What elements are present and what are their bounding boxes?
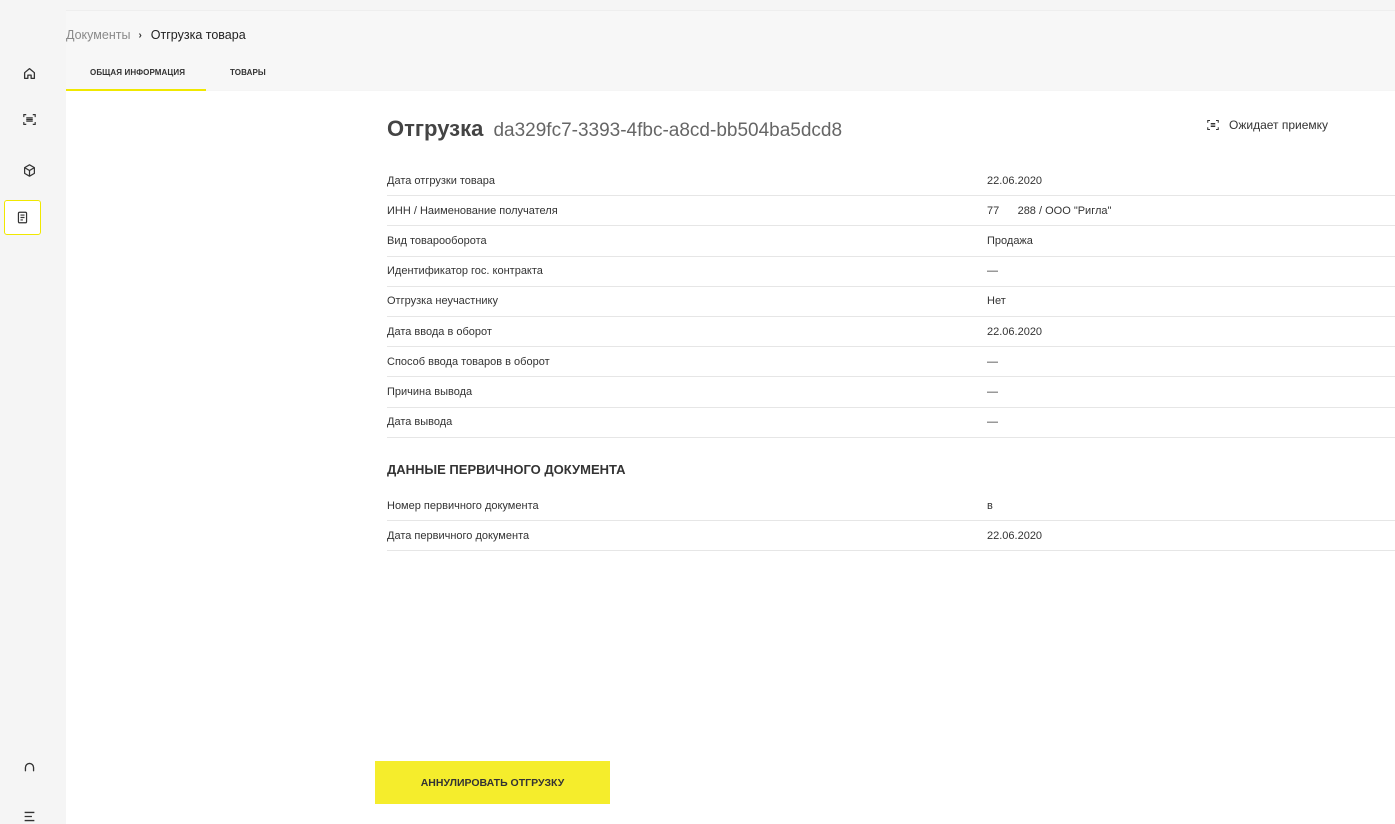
tab-goods[interactable]: ТОВАРЫ: [206, 66, 266, 92]
table-row: Способ ввода товаров в оборот —: [387, 347, 1395, 378]
field-value: Продажа: [987, 234, 1033, 247]
scan-status-icon: [1207, 119, 1219, 131]
table-row: Дата первичного документа 22.06.2020: [387, 521, 1395, 552]
doc-title-label: Отгрузка: [387, 116, 484, 141]
cancel-shipment-button[interactable]: АННУЛИРОВАТЬ ОТГРУЗКУ: [375, 761, 610, 804]
table-row: Номер первичного документа в: [387, 491, 1395, 522]
menu-icon[interactable]: [17, 804, 41, 824]
field-value: 22.06.2020: [987, 529, 1043, 542]
breadcrumb-documents-link[interactable]: Документы: [66, 28, 130, 42]
field-label: Дата вывода: [387, 416, 453, 429]
field-label: Дата первичного документа: [387, 529, 530, 542]
breadcrumb: Документы › Отгрузка товара: [66, 28, 246, 42]
field-label: Причина вывода: [387, 385, 473, 398]
field-value: —: [987, 355, 998, 368]
field-value: 22.06.2020: [987, 325, 1043, 338]
primary-doc-table: Номер первичного документа в Дата первичн…: [387, 491, 1395, 552]
tabs: ОБЩАЯ ИНФОРМАЦИЯ ТОВАРЫ: [66, 66, 266, 92]
status-text: Ожидает приемку: [1229, 118, 1329, 132]
document-fields-table: Дата отгрузки товара 22.06.2020 ИНН / Наи…: [387, 166, 1395, 438]
support-icon[interactable]: [17, 755, 41, 779]
box-icon[interactable]: [17, 158, 41, 182]
field-label: Дата отгрузки товара: [387, 174, 495, 187]
status-badge: Ожидает приемку: [1207, 118, 1328, 132]
table-row: Дата ввода в оборот 22.06.2020: [387, 317, 1395, 348]
field-label: Идентификатор гос. контракта: [387, 265, 543, 278]
table-row: Вид товарооборота Продажа: [387, 226, 1395, 257]
main-content: Отгрузка da329fc7-3393-4fbc-a8cd-bb504ba…: [66, 91, 1395, 824]
field-label: Отгрузка неучастнику: [387, 295, 498, 308]
table-row: Отгрузка неучастнику Нет: [387, 287, 1395, 317]
field-value: 22.06.2020: [987, 174, 1043, 187]
table-row: Идентификатор гос. контракта —: [387, 257, 1395, 287]
chevron-right-icon: ›: [138, 29, 142, 41]
page-title: Отгрузка da329fc7-3393-4fbc-a8cd-bb504ba…: [387, 116, 842, 142]
field-value: Нет: [987, 295, 1006, 308]
field-value: в: [987, 499, 993, 512]
field-label: Номер первичного документа: [387, 499, 539, 512]
tab-general-info[interactable]: ОБЩАЯ ИНФОРМАЦИЯ: [66, 66, 206, 92]
field-value: —: [987, 416, 998, 429]
field-label: Вид товарооборота: [387, 234, 487, 247]
table-row: Дата отгрузки товара 22.06.2020: [387, 166, 1395, 197]
primary-doc-section-title: ДАННЫЕ ПЕРВИЧНОГО ДОКУМЕНТА: [387, 462, 626, 477]
field-value: 77 288 / ООО "Ригла": [987, 204, 1112, 217]
field-value: —: [987, 385, 998, 398]
field-label: ИНН / Наименование получателя: [387, 204, 558, 217]
breadcrumb-current: Отгрузка товара: [150, 28, 246, 42]
doc-id: da329fc7-3393-4fbc-a8cd-bb504ba5dcd8: [493, 120, 843, 141]
document-icon[interactable]: [4, 200, 41, 235]
page-header: Документы › Отгрузка товара ОБЩАЯ ИНФОРМ…: [66, 10, 1395, 92]
sidebar: [0, 0, 66, 824]
table-row: Причина вывода —: [387, 377, 1395, 408]
field-label: Дата ввода в оборот: [387, 325, 492, 338]
home-icon[interactable]: [17, 61, 41, 85]
table-row: ИНН / Наименование получателя 77 288 / ОО…: [387, 196, 1395, 227]
scan-icon[interactable]: [17, 107, 41, 131]
field-value: —: [987, 265, 998, 278]
field-label: Способ ввода товаров в оборот: [387, 355, 550, 368]
table-row: Дата вывода —: [387, 408, 1395, 438]
